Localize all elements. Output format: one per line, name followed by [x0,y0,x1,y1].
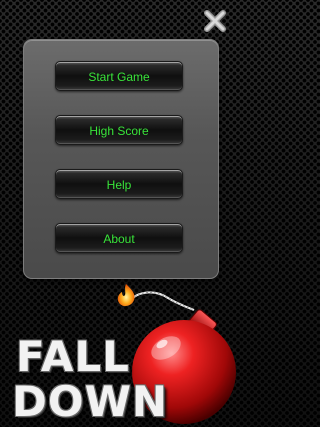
help-button[interactable]: Help [55,169,183,199]
game-title-line-1: FALL [16,332,130,381]
start-game-button[interactable]: Start Game [55,61,183,91]
main-menu-panel: Start Game High Score Help About [23,39,219,279]
close-icon [204,10,226,32]
high-score-button[interactable]: High Score [55,115,183,145]
game-title-line-2: DOWN [12,377,169,426]
about-button[interactable]: About [55,223,183,253]
close-button[interactable] [200,6,230,36]
